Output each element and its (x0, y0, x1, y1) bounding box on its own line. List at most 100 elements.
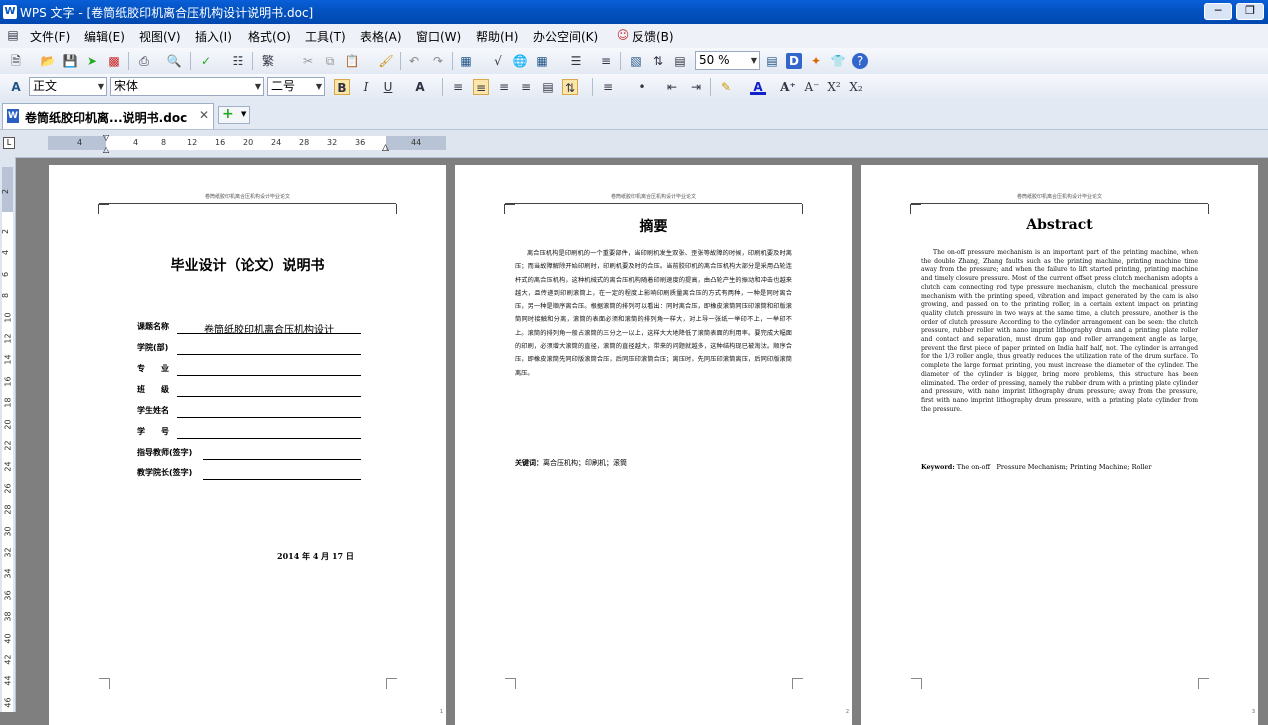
word-doc-icon: W (7, 109, 19, 123)
underline-icon[interactable]: U (380, 79, 396, 95)
new-tab-button[interactable]: + ▼ (218, 106, 250, 124)
shrink-font-icon[interactable]: A⁻ (804, 79, 820, 95)
read-mode-icon[interactable]: ⇅ (650, 53, 666, 69)
ruler-number: 6 (1, 271, 11, 277)
italic-icon[interactable]: I (358, 79, 374, 95)
document-tab-bar: W 卷筒纸胶印机离...说明书.doc ✕ + ▼ (0, 100, 1268, 130)
spell-check-icon[interactable]: ✓ (198, 53, 214, 69)
decrease-indent-icon[interactable]: ⇤ (664, 79, 680, 95)
menu-feedback[interactable]: 反馈(B) (632, 28, 674, 45)
word-count-icon[interactable]: ☷ (230, 53, 246, 69)
redo-icon[interactable]: ↷ (430, 53, 446, 69)
open-icon[interactable]: 📂 (40, 53, 56, 69)
bullets-icon[interactable]: • (634, 79, 650, 95)
table-icon[interactable]: ▦ (534, 53, 550, 69)
formula-icon[interactable]: √ (490, 53, 506, 69)
field-label: 课题名称 (137, 322, 169, 331)
export-icon[interactable]: ➤ (84, 53, 100, 69)
grow-font-icon[interactable]: A⁺ (780, 79, 796, 95)
new-document-icon[interactable]: 🗎 (8, 53, 24, 69)
page-view-icon[interactable]: ▤ (672, 53, 688, 69)
numbering-icon[interactable]: ≡ (600, 79, 616, 95)
menu-view[interactable]: 视图(V) (139, 28, 181, 45)
format-painter-icon[interactable]: 🖌 (378, 53, 394, 69)
menu-format[interactable]: 格式(O) (248, 28, 291, 45)
cut-icon[interactable]: ✂ (300, 53, 316, 69)
page-english-abstract[interactable]: 卷筒纸胶印机离合压机构设计毕业论文 Abstract The on-off pr… (861, 165, 1258, 725)
print-icon[interactable]: ⎙ (136, 53, 152, 69)
menu-office-space[interactable]: 办公空间(K) (533, 28, 598, 45)
align-center-icon[interactable]: ≡ (473, 79, 489, 95)
pdf-export-icon[interactable]: ▩ (106, 53, 122, 69)
minimize-button[interactable]: ─ (1204, 3, 1232, 20)
menu-file[interactable]: 文件(F) (30, 28, 70, 45)
highlight-icon[interactable]: ✎ (718, 79, 734, 95)
vertical-ruler[interactable]: 2 2 4 6 8 10 12 14 16 18 20 22 24 26 28 30 32 34 36 38 40 42 4… (0, 157, 16, 712)
font-effects-icon[interactable]: A (412, 79, 428, 95)
columns-icon[interactable]: ☰ (568, 53, 584, 69)
separator (620, 52, 621, 70)
keywords-en: Keyword: The on-off Pressure Mechanism; … (921, 461, 1151, 471)
page-chinese-abstract[interactable]: 卷筒纸胶印机离合压机构设计毕业论文 摘要 离合压机构是印刷机的一个重要部件，当印… (455, 165, 852, 725)
bold-icon[interactable]: B (334, 79, 350, 95)
styles-icon[interactable]: A (8, 79, 24, 95)
skin-icon[interactable]: 👕 (830, 53, 846, 69)
font-size-value: 二号 (271, 79, 296, 93)
ruler-number: 4 (1, 250, 11, 256)
horizontal-ruler[interactable]: L 4 4 8 12 16 20 24 28 32 36 44 ▽ △ △ (0, 130, 1268, 158)
subscript-icon[interactable]: X₂ (848, 79, 864, 95)
field-row: 课题名称 卷筒纸胶印机离合压机构设计 (137, 321, 361, 336)
tab-stop-selector[interactable]: L (3, 137, 15, 149)
first-line-indent-marker[interactable]: ▽ (103, 133, 109, 142)
menu-table[interactable]: 表格(A) (360, 28, 402, 45)
restore-button[interactable]: ❐ (1236, 3, 1264, 20)
distributed-icon[interactable]: ▤ (540, 79, 556, 95)
menu-tools[interactable]: 工具(T) (305, 28, 346, 45)
document-tab[interactable]: W 卷筒纸胶印机离...说明书.doc ✕ (2, 103, 214, 129)
font-select[interactable]: 宋体 ▼ (110, 77, 264, 96)
traditional-chinese-icon[interactable]: 繁 (260, 53, 276, 69)
font-size-select[interactable]: 二号 ▼ (267, 77, 325, 96)
keywords-value: The on-off Pressure Mechanism; Printing … (956, 463, 1152, 471)
left-indent-marker[interactable]: △ (103, 145, 109, 154)
show-hide-marks-icon[interactable]: ≡ (598, 53, 614, 69)
help-icon[interactable]: ? (852, 53, 868, 69)
field-row: 学院(部) (137, 342, 361, 356)
d-icon[interactable]: D (786, 53, 802, 69)
justify-icon[interactable]: ≡ (518, 79, 534, 95)
ruler-number: 20 (3, 419, 13, 430)
field-row: 学 号 (137, 426, 361, 440)
line-spacing-icon[interactable]: ⇅ (562, 79, 578, 95)
field-row: 学生姓名 (137, 405, 361, 419)
align-right-icon[interactable]: ≡ (496, 79, 512, 95)
increase-indent-icon[interactable]: ⇥ (688, 79, 704, 95)
document-map-icon[interactable]: ▤ (764, 53, 780, 69)
hyperlink-icon[interactable]: 🌐 (512, 53, 528, 69)
menu-insert[interactable]: 插入(I) (195, 28, 232, 45)
drawing-icon[interactable]: ▧ (628, 53, 644, 69)
undo-icon[interactable]: ↶ (406, 53, 422, 69)
save-icon[interactable]: 💾 (62, 53, 78, 69)
copy-icon[interactable]: ⧉ (322, 53, 338, 69)
template-icon[interactable]: ✦ (808, 53, 824, 69)
paste-icon[interactable]: 📋 (344, 53, 360, 69)
print-preview-icon[interactable]: 🔍 (166, 53, 182, 69)
menu-window[interactable]: 窗口(W) (416, 28, 461, 45)
style-select[interactable]: 正文 ▼ (29, 77, 107, 96)
menu-edit[interactable]: 编辑(E) (84, 28, 125, 45)
align-left-icon[interactable]: ≡ (450, 79, 466, 95)
ruler-number: 20 (243, 138, 254, 147)
document-control-icon[interactable]: ▤ (5, 27, 21, 43)
zoom-select[interactable]: 50 % ▼ (695, 51, 760, 70)
font-color-icon[interactable]: A (750, 79, 766, 95)
page-cover[interactable]: 卷筒纸胶印机离合压机构设计毕业论文 毕业设计（论文）说明书 课题名称 卷筒纸胶印机… (49, 165, 446, 725)
superscript-icon[interactable]: X² (826, 79, 842, 95)
separator (442, 78, 443, 96)
document-tab-label: 卷筒纸胶印机离...说明书.doc (25, 111, 188, 125)
insert-table-icon[interactable]: ▦ (458, 53, 474, 69)
menu-help[interactable]: 帮助(H) (476, 28, 518, 45)
separator (190, 52, 191, 70)
right-indent-marker[interactable]: △ (382, 143, 389, 153)
close-tab-icon[interactable]: ✕ (199, 108, 209, 122)
field-label: 教学院长(签字) (137, 468, 193, 477)
